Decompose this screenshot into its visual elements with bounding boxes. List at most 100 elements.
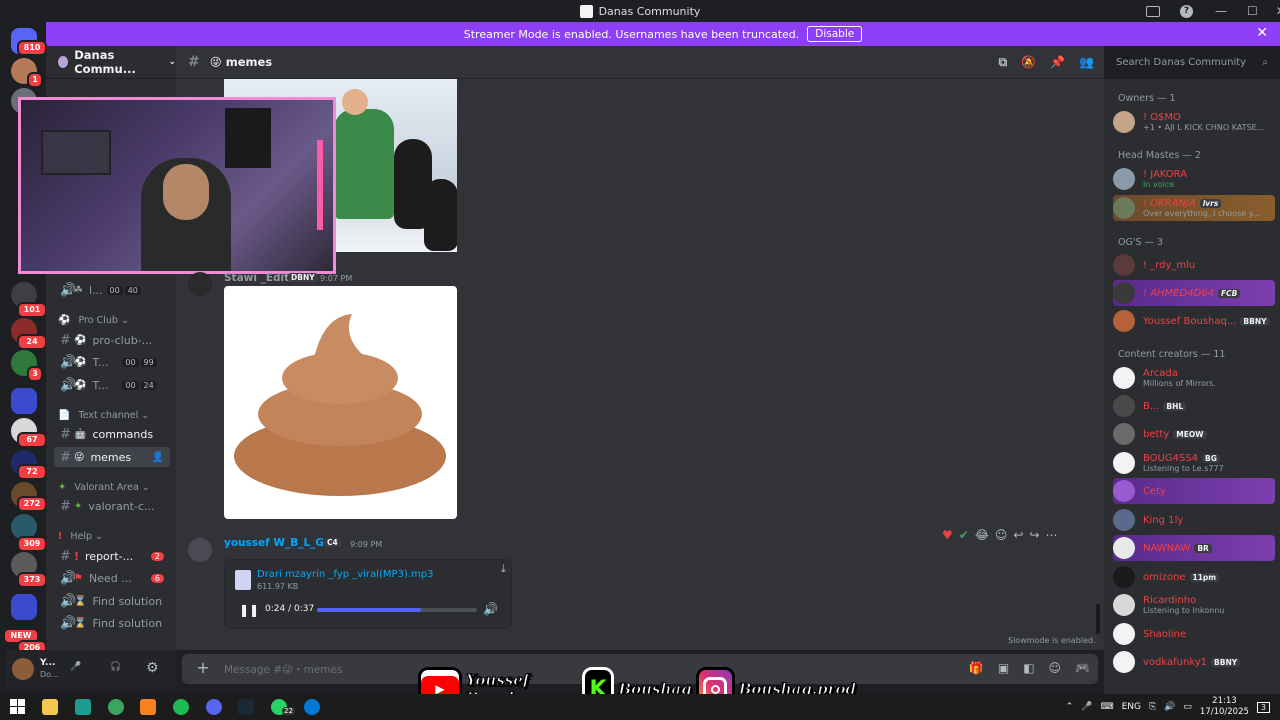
activity-icon[interactable]: 🎮 [1075,661,1090,675]
user-avatar[interactable] [12,658,34,680]
image-attachment[interactable] [224,286,457,519]
download-icon[interactable]: ⤓ [501,562,506,576]
battery-icon[interactable]: ▭ [1183,702,1192,712]
heart-reaction-icon[interactable]: ♥ [942,528,953,542]
laugh-reaction-icon[interactable]: 😂 [975,528,989,542]
chrome-icon[interactable] [108,699,124,715]
folder-icon[interactable] [11,594,37,620]
message-author[interactable]: youssef W_B_L_G [224,537,324,549]
audio-filename[interactable]: Drari mzayrin _fyp _viral(MP3).mp3 [257,569,433,580]
member-item[interactable]: King 1ly [1113,507,1275,533]
voice-channel-find-2[interactable]: 🔊 ⌛ Find solution [54,613,170,633]
close-window-button[interactable]: ✕ [1276,4,1280,18]
gif-icon[interactable]: ▣ [998,661,1009,675]
member-item[interactable]: NAWNAW BR [1113,535,1275,561]
member-name: ! OKRANJA lvrs [1143,198,1260,209]
chat-scrollbar[interactable] [1096,604,1100,634]
gear-icon[interactable]: ⚙ [146,660,159,676]
sticker-icon[interactable]: ◧ [1023,661,1034,675]
member-item[interactable]: ! _rdy_mlu [1113,252,1275,278]
help-icon[interactable]: ? [1180,4,1193,18]
microphone-icon[interactable]: 🎤 [70,662,81,672]
valorant-icon: ✦ [74,500,83,512]
language-indicator[interactable]: ENG [1122,702,1141,712]
edge-icon[interactable] [304,699,320,715]
member-item[interactable]: betty MEOW [1113,421,1275,447]
category-text-channel[interactable]: 📄 Text channel ⌄ [58,410,149,421]
category-valorant[interactable]: ✦ Valorant Area ⌄ [58,482,150,493]
minimize-button[interactable]: — [1215,4,1227,18]
maximize-button[interactable]: ☐ [1247,4,1258,18]
notification-bell-icon[interactable]: 🔕 [1021,55,1036,70]
channel-commands[interactable]: # 🤖 commands [54,424,170,444]
microphone-icon[interactable]: 🎤 [1081,702,1092,712]
volume-icon[interactable]: 🔊 [483,602,498,616]
audio-time: 0:24 / 0:37 [265,604,315,614]
pause-icon[interactable]: ❚❚ [239,603,259,617]
threads-icon[interactable]: ⧉ [999,55,1008,70]
forward-icon[interactable]: ↪ [1029,528,1039,542]
discord-icon[interactable] [206,699,222,715]
member-item[interactable]: omizone 11pm [1113,564,1275,590]
audio-progress-track[interactable] [317,608,477,612]
member-name: ! AHMED4D64 FCB [1143,288,1241,299]
category-pro-club[interactable]: ⚽ Pro Club ⌄ [58,315,129,326]
chevron-up-icon[interactable]: ⌃ [1066,702,1074,712]
message-avatar[interactable] [188,272,212,296]
more-options-icon[interactable]: ⋯ [1046,528,1058,542]
app-icon[interactable] [75,699,91,715]
file-explorer-icon[interactable] [42,699,58,715]
headphones-icon[interactable]: 🎧 [110,662,121,672]
member-item[interactable]: Cety [1113,478,1275,504]
voice-channel[interactable]: 🔊 ⚽ T... 00 99 [54,352,170,372]
windows-start-icon[interactable] [10,699,26,715]
clock[interactable]: 21:13 17/10/2025 [1200,696,1249,718]
server-header[interactable]: Danas Commu... ⌄ [46,46,176,79]
volume-icon[interactable]: 🔊 [1164,702,1175,712]
member-item[interactable]: ! O$MO +1 • AJI L KICK CHNO KATSE... [1113,109,1275,135]
keyboard-icon[interactable]: ⌨ [1101,702,1114,712]
reply-icon[interactable]: ↩ [1013,528,1023,542]
member-item[interactable]: Youssef Boushaq... BBNY [1113,308,1275,334]
channel-report[interactable]: # ! report-... 2 [54,546,170,566]
folder-icon[interactable] [11,388,37,414]
steam-icon[interactable] [238,699,254,715]
voice-channel[interactable]: 🔊 ⚽ T... 00 24 [54,375,170,395]
channel-pro-club[interactable]: # ⚽ pro-club-... [54,330,170,350]
add-attachment-icon[interactable]: + [194,659,212,677]
emoji-picker-icon[interactable]: ☺ [1049,661,1062,675]
category-help[interactable]: ! Help ⌄ [58,531,103,542]
member-item[interactable]: ! JAKORA In voice [1113,166,1275,192]
voice-channel[interactable]: 🔊 ☘ l... 00 40 [54,280,170,300]
close-banner-icon[interactable]: ✕ [1256,25,1268,41]
network-icon[interactable]: ⎘ [1149,702,1156,712]
member-name: Cety [1143,485,1166,497]
member-item[interactable]: Arcada Millions of Mirrors. [1113,365,1275,391]
gift-icon[interactable]: 🎁 [969,661,984,675]
voice-channel-need[interactable]: 🔊 ⚑ Need ... 6 [54,568,170,588]
channel-valorant[interactable]: # ✦ valorant-c... [54,496,170,516]
add-reaction-icon[interactable]: ☺ [995,528,1008,542]
pin-icon[interactable]: 📌 [1050,55,1065,70]
window-title: Danas Community [598,4,701,18]
message-author[interactable]: Stawi _Edit [224,272,289,284]
voice-channel-find-1[interactable]: 🔊 ⌛ Find solution [54,591,170,611]
disable-button[interactable]: Disable [807,26,863,42]
member-item[interactable]: BOUG4SS4 BG Listening to Le.s777 [1113,450,1275,476]
check-reaction-icon[interactable]: ✔ [959,528,969,542]
add-member-icon[interactable]: 👤 [152,452,164,463]
search-input[interactable]: Search Danas Community ⌕ [1110,52,1274,73]
member-item[interactable]: ! OKRANJA lvrs Over everything, I choose y… [1113,195,1275,221]
member-item[interactable]: Ricardinho Listening to Inkonnu [1113,592,1275,618]
notification-icon[interactable]: 3 [1256,701,1270,713]
message-avatar[interactable] [188,538,212,562]
vlc-icon[interactable] [140,699,156,715]
member-item[interactable]: B... BHL [1113,393,1275,419]
member-item[interactable]: vodkafunky1 BBNY [1113,649,1275,675]
member-list-icon[interactable]: 👥 [1079,55,1094,70]
spotify-icon[interactable] [173,699,189,715]
member-item[interactable]: Shaoline [1113,621,1275,647]
channel-memes[interactable]: # 😜 memes 👤 [54,447,170,467]
member-item[interactable]: ! AHMED4D64 FCB [1113,280,1275,306]
monitor-icon[interactable] [1146,5,1160,17]
